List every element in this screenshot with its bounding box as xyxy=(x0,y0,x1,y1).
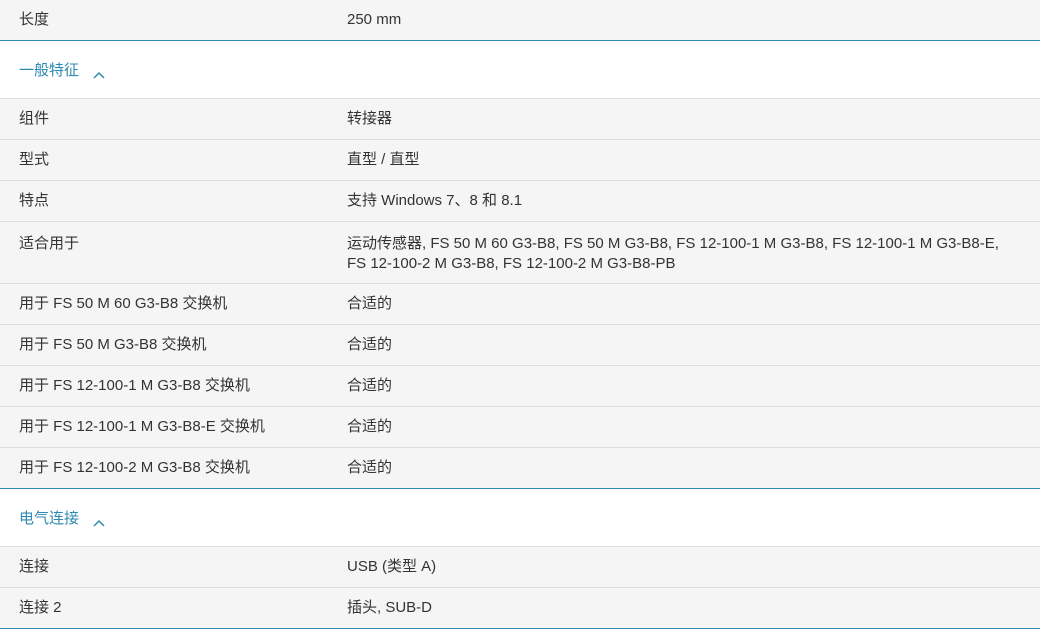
spec-label: 组件 xyxy=(19,110,50,127)
spec-row: 适合用于 运动传感器, FS 50 M 60 G3-B8, FS 50 M G3… xyxy=(0,222,1040,284)
spec-label: 连接 xyxy=(19,558,50,575)
chevron-up-icon xyxy=(93,514,105,527)
spec-label: 用于 FS 12-100-1 M G3-B8 交换机 xyxy=(19,377,250,394)
spec-label: 用于 FS 50 M G3-B8 交换机 xyxy=(19,336,207,353)
spec-value: 合适的 xyxy=(347,377,393,394)
spec-label: 长度 xyxy=(19,11,50,28)
section-title: 电气连接 xyxy=(19,510,80,527)
spec-value: 合适的 xyxy=(347,295,393,312)
spec-value: 合适的 xyxy=(347,459,393,476)
spec-value: 运动传感器, FS 50 M 60 G3-B8, FS 50 M G3-B8, … xyxy=(347,235,999,272)
chevron-up-icon xyxy=(93,66,105,79)
spec-row: 连接 USB (类型 A) xyxy=(0,547,1040,588)
section-header-general-features[interactable]: 一般特征 xyxy=(0,41,1040,99)
spec-value: 合适的 xyxy=(347,418,393,435)
spec-row: 用于 FS 50 M 60 G3-B8 交换机 合适的 xyxy=(0,284,1040,325)
spec-value: 合适的 xyxy=(347,336,393,353)
spec-value: 转接器 xyxy=(347,110,393,127)
spec-row: 用于 FS 50 M G3-B8 交换机 合适的 xyxy=(0,325,1040,366)
spec-label: 用于 FS 50 M 60 G3-B8 交换机 xyxy=(19,295,228,312)
spec-value: 直型 / 直型 xyxy=(347,151,420,168)
spec-row: 型式 直型 / 直型 xyxy=(0,140,1040,181)
spec-value: 插头, SUB-D xyxy=(347,599,433,616)
spec-label: 用于 FS 12-100-2 M G3-B8 交换机 xyxy=(19,459,250,476)
spec-label: 特点 xyxy=(19,192,50,209)
spec-row: 特点 支持 Windows 7、8 和 8.1 xyxy=(0,181,1040,222)
spec-value: 250 mm xyxy=(347,11,402,28)
spec-row: 用于 FS 12-100-2 M G3-B8 交换机 合适的 xyxy=(0,448,1040,489)
section-header-electrical-connection[interactable]: 电气连接 xyxy=(0,489,1040,547)
spec-value: 支持 Windows 7、8 和 8.1 xyxy=(347,192,523,209)
spec-row: 用于 FS 12-100-1 M G3-B8 交换机 合适的 xyxy=(0,366,1040,407)
spec-row: 连接 2 插头, SUB-D xyxy=(0,588,1040,629)
spec-value: USB (类型 A) xyxy=(347,558,437,575)
spec-row-length: 长度 250 mm xyxy=(0,0,1040,41)
spec-row: 用于 FS 12-100-1 M G3-B8-E 交换机 合适的 xyxy=(0,407,1040,448)
section-title: 一般特征 xyxy=(19,62,80,79)
spec-row: 组件 转接器 xyxy=(0,99,1040,140)
spec-label: 用于 FS 12-100-1 M G3-B8-E 交换机 xyxy=(19,418,265,435)
spec-label: 连接 2 xyxy=(19,599,62,616)
spec-label: 适合用于 xyxy=(19,235,80,252)
spec-label: 型式 xyxy=(19,151,50,168)
